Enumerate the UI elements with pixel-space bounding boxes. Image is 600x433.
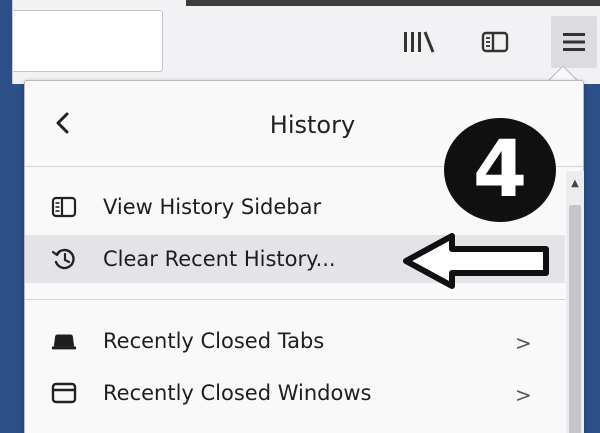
browser-toolbar xyxy=(12,0,600,84)
scroll-thumb[interactable] xyxy=(569,205,581,433)
open-menu-button[interactable] xyxy=(551,16,597,68)
library-button[interactable] xyxy=(399,24,439,60)
panel-scrollbar[interactable]: ▲ xyxy=(566,171,584,433)
menu-item-label: Clear Recent History... xyxy=(103,247,336,271)
scroll-up-arrow-icon[interactable]: ▲ xyxy=(566,171,584,195)
menu-separator xyxy=(25,299,565,300)
window-top-edge xyxy=(186,0,600,6)
library-icon xyxy=(404,31,435,53)
chevron-right-icon: > xyxy=(515,331,532,355)
history-clear-icon xyxy=(51,247,77,271)
step-number-badge: 4 xyxy=(444,118,556,222)
sidebar-icon xyxy=(481,31,509,53)
menu-item-recently-closed-tabs[interactable]: Recently Closed Tabs > xyxy=(25,317,565,365)
menu-item-label: View History Sidebar xyxy=(103,195,322,219)
url-bar[interactable] xyxy=(13,10,163,72)
menu-item-label: Recently Closed Windows xyxy=(103,381,372,405)
tab-icon xyxy=(51,329,77,353)
window-icon xyxy=(51,381,77,405)
menu-item-recently-closed-windows[interactable]: Recently Closed Windows > xyxy=(25,369,565,417)
left-arrow-annotation-icon xyxy=(403,233,549,289)
sidebar-toggle-button[interactable] xyxy=(475,24,515,60)
hamburger-menu-icon xyxy=(563,33,585,51)
sidebar-icon xyxy=(51,195,77,219)
chevron-right-icon: > xyxy=(515,383,532,407)
menu-item-label: Recently Closed Tabs xyxy=(103,329,325,353)
